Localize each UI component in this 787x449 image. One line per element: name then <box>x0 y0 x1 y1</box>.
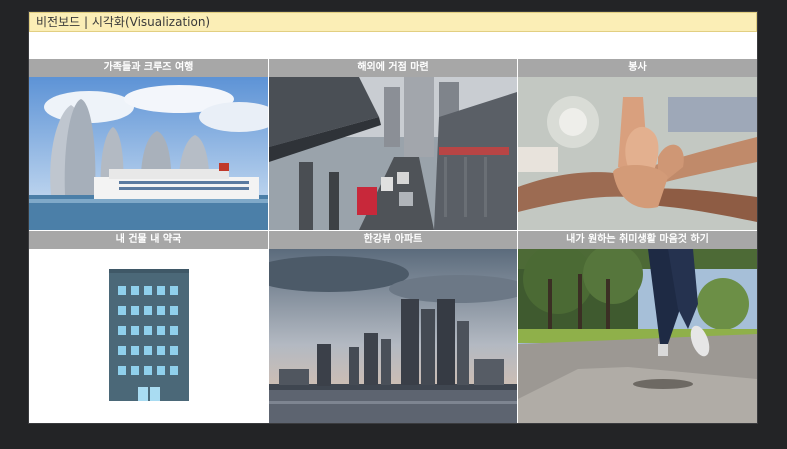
cruise-city-photo <box>29 77 268 230</box>
city-street-traffic-photo <box>269 77 517 230</box>
card-cruise[interactable]: 가족들과 크루즈 여행 <box>29 59 268 230</box>
card-label: 한강뷰 아파트 <box>269 231 517 249</box>
card-label: 가족들과 크루즈 여행 <box>29 59 268 77</box>
river-skyline-photo <box>269 249 517 423</box>
card-label: 내가 원하는 취미생활 마음것 하기 <box>518 231 757 249</box>
card-hangang-apartment[interactable]: 한강뷰 아파트 <box>269 231 517 423</box>
vision-board-slide: 비전보드 | 시각화(Visualization) 가족들과 크루즈 여행 해외… <box>29 12 757 423</box>
card-label: 내 건물 내 약국 <box>29 231 268 249</box>
building-icon <box>29 249 268 423</box>
card-label: 봉사 <box>518 59 757 77</box>
card-pharmacy-building[interactable]: 내 건물 내 약국 <box>29 231 268 423</box>
card-label: 해외에 거점 마련 <box>269 59 517 77</box>
card-volunteer[interactable]: 봉사 <box>518 59 757 230</box>
running-park-photo <box>518 249 757 423</box>
vision-board-grid: 가족들과 크루즈 여행 해외에 거점 마련 봉사 내 건물 내 약국 한강뷰 아… <box>29 59 757 423</box>
card-overseas-base[interactable]: 해외에 거점 마련 <box>269 59 517 230</box>
slide-title: 비전보드 | 시각화(Visualization) <box>29 12 757 32</box>
card-hobby-running[interactable]: 내가 원하는 취미생활 마음것 하기 <box>518 231 757 423</box>
stacked-hands-photo <box>518 77 757 230</box>
